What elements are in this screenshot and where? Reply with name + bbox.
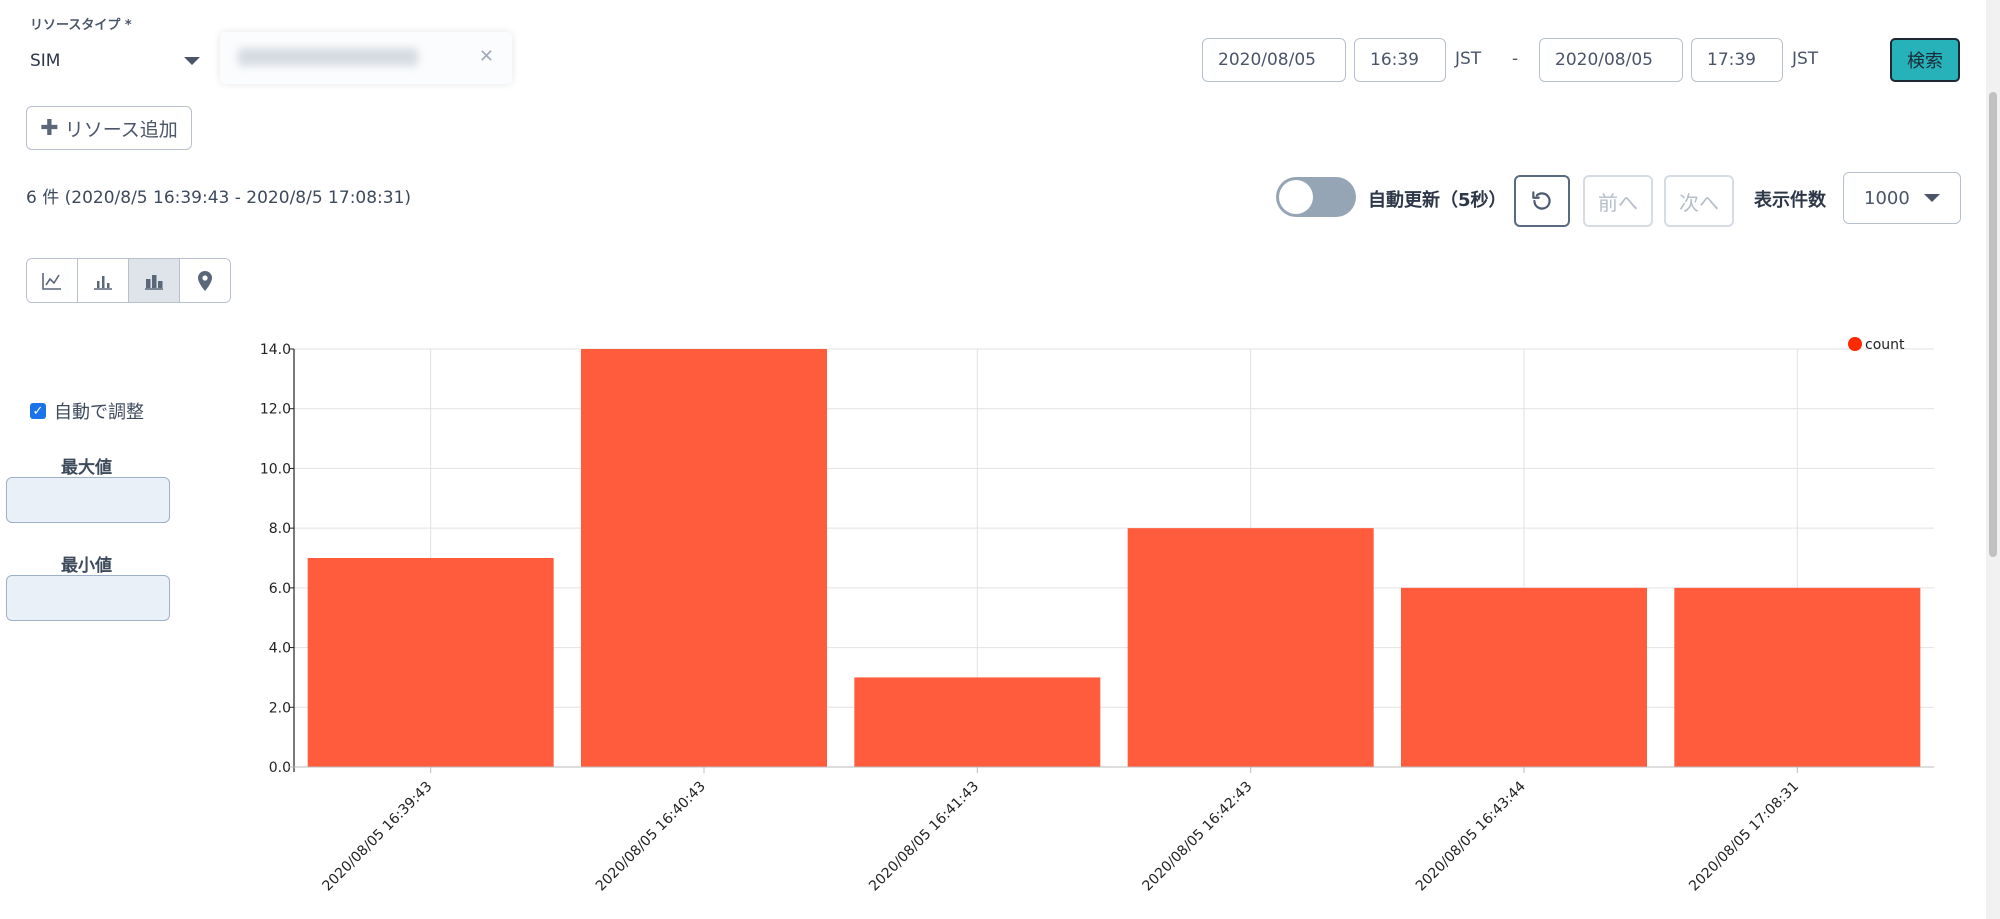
x-tick-label: 2020/08/05 16:39:43 xyxy=(320,779,436,895)
bar[interactable] xyxy=(1127,528,1374,767)
y-tick-label: 0.0 xyxy=(269,760,291,776)
y-tick-label: 2.0 xyxy=(269,700,291,716)
y-tick-label: 8.0 xyxy=(269,521,291,537)
x-tick-label: 2020/08/05 16:42:43 xyxy=(1140,779,1256,895)
chart-bars xyxy=(307,349,1921,767)
x-tick-label: 2020/08/05 16:40:43 xyxy=(593,779,709,895)
x-tick-label: 2020/08/05 16:43:44 xyxy=(1413,778,1529,894)
y-tick-label: 4.0 xyxy=(269,641,291,657)
bar[interactable] xyxy=(307,558,554,767)
legend-marker[interactable] xyxy=(1848,337,1862,351)
chart-legend: count xyxy=(1848,337,1905,353)
y-tick-label: 10.0 xyxy=(260,461,291,477)
bar[interactable] xyxy=(1401,587,1647,767)
scrollbar-thumb[interactable] xyxy=(1989,92,1997,557)
legend-label[interactable]: count xyxy=(1865,337,1905,353)
bar[interactable] xyxy=(1674,587,1921,767)
x-tick-label: 2020/08/05 16:41:43 xyxy=(866,779,982,895)
y-tick-label: 12.0 xyxy=(260,402,291,418)
bar[interactable] xyxy=(854,677,1101,767)
bar-chart: 0.0 2.0 4.0 6.0 8.0 10.0 12.0 14.0 2020/08/05 16… xyxy=(260,337,1934,895)
y-tick-label: 14.0 xyxy=(260,342,291,358)
y-tick-label: 6.0 xyxy=(269,581,291,597)
page-scrollbar[interactable] xyxy=(1986,0,2000,919)
bar[interactable] xyxy=(581,349,827,767)
x-tick-label: 2020/08/05 17:08:31 xyxy=(1686,779,1802,895)
